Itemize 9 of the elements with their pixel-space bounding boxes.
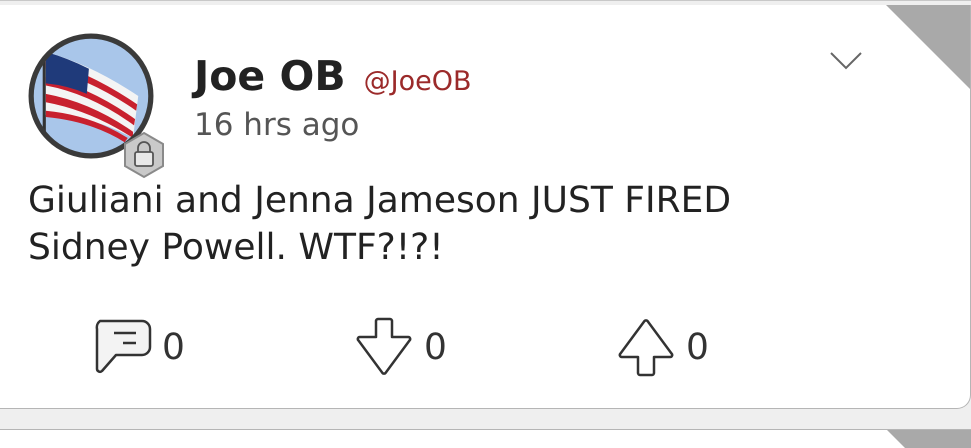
chevron-down-icon[interactable] — [830, 51, 862, 71]
action-count: 0 — [686, 326, 709, 368]
author-name[interactable]: Joe OB — [194, 51, 346, 101]
action-count: 0 — [162, 326, 185, 368]
action-count: 0 — [424, 326, 447, 368]
post-time: 16 hrs ago — [194, 107, 360, 143]
author-handle[interactable]: @JoeOB — [364, 66, 472, 97]
lock-icon — [122, 131, 166, 179]
post-text: Giuliani and Jenna Jameson JUST FIRED Sidney Powell. WTF?!?! — [28, 179, 732, 270]
